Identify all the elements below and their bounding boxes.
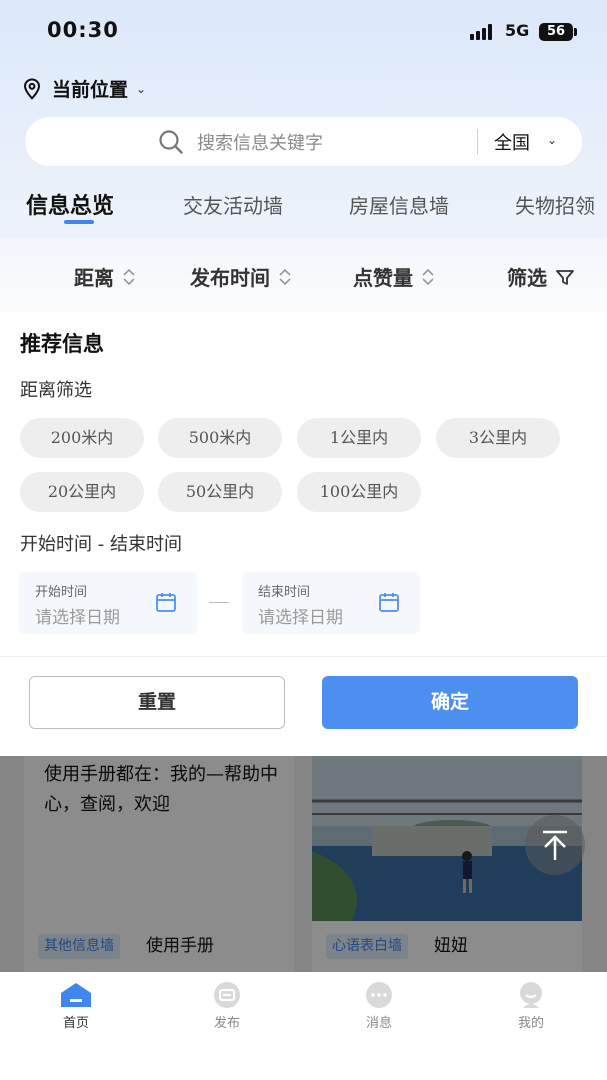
panel-title: 推荐信息 — [20, 332, 104, 356]
message-icon — [366, 982, 392, 1008]
status-time: 00:30 — [47, 18, 119, 42]
bottom-nav: 首页 发布 消息 我的 — [0, 972, 607, 1080]
end-date-label: 结束时间 — [258, 585, 311, 600]
calendar-icon — [379, 593, 399, 612]
profile-icon — [520, 982, 542, 1008]
end-date-picker[interactable]: 结束时间 请选择日期 — [242, 572, 420, 634]
distance-chip-200m[interactable]: 200米内 — [20, 418, 144, 458]
distance-chip-3km[interactable]: 3公里内 — [436, 418, 560, 458]
calendar-icon — [156, 593, 176, 612]
distance-chip-500m[interactable]: 500米内 — [158, 418, 282, 458]
network-label: 5G — [505, 21, 530, 40]
tab-active-indicator — [64, 220, 94, 224]
chevron-down-icon: ⌄ — [136, 81, 147, 96]
distance-section-title: 距离筛选 — [20, 380, 92, 401]
battery-icon: 56 — [539, 23, 573, 41]
time-section-title: 开始时间 - 结束时间 — [20, 534, 182, 555]
reset-button[interactable]: 重置 — [29, 676, 285, 729]
nav-publish[interactable]: 发布 — [187, 980, 267, 1031]
chevron-down-icon: ⌄ — [547, 133, 558, 147]
battery-tip — [574, 28, 577, 36]
modal-overlay[interactable] — [0, 756, 607, 972]
region-scope-dropdown[interactable]: 全国 — [494, 129, 530, 155]
distance-chip-1km[interactable]: 1公里内 — [297, 418, 421, 458]
location-label: 当前位置 — [52, 79, 129, 101]
tab-housing[interactable]: 房屋信息墙 — [349, 190, 449, 219]
search-icon — [159, 130, 183, 154]
search-bar[interactable]: 搜索信息关键字 全国 ⌄ — [25, 117, 582, 166]
sort-publish-time-label: 发布时间 — [190, 266, 270, 290]
signal-icon — [470, 24, 498, 40]
location-pin-icon — [23, 77, 41, 100]
nav-profile[interactable]: 我的 — [491, 980, 571, 1031]
search-divider — [477, 129, 478, 155]
start-date-placeholder: 请选择日期 — [35, 608, 120, 628]
distance-chip-20km[interactable]: 20公里内 — [20, 472, 144, 512]
date-range-separator — [209, 602, 229, 603]
nav-home-label: 首页 — [62, 1016, 89, 1031]
distance-chip-50km[interactable]: 50公里内 — [158, 472, 282, 512]
nav-publish-label: 发布 — [213, 1016, 240, 1031]
filter-button[interactable]: 筛选 — [507, 262, 575, 291]
end-date-placeholder: 请选择日期 — [258, 608, 343, 628]
tab-social-activity[interactable]: 交友活动墙 — [183, 190, 283, 219]
sort-likes[interactable]: 点赞量 — [353, 262, 435, 291]
filter-funnel-icon — [556, 269, 574, 285]
sort-likes-label: 点赞量 — [353, 266, 413, 290]
panel-divider — [0, 656, 607, 657]
sort-distance[interactable]: 距离 — [74, 262, 136, 291]
distance-chip-100km[interactable]: 100公里内 — [297, 472, 421, 512]
sort-arrows-icon — [279, 268, 291, 285]
arrow-up-icon — [543, 830, 567, 860]
filter-panel: 推荐信息 距离筛选 200米内 500米内 1公里内 3公里内 20公里内 50… — [0, 312, 607, 756]
tab-overview[interactable]: 信息总览 — [26, 188, 114, 220]
sort-arrows-icon — [422, 268, 434, 285]
nav-messages[interactable]: 消息 — [339, 980, 419, 1031]
status-bar: 00:30 5G 56 — [0, 0, 607, 64]
home-icon — [61, 983, 91, 1007]
sort-distance-label: 距离 — [74, 266, 114, 290]
nav-messages-label: 消息 — [365, 1016, 392, 1031]
nav-home[interactable]: 首页 — [36, 980, 116, 1031]
filter-label: 筛选 — [507, 266, 547, 290]
start-date-label: 开始时间 — [35, 585, 88, 600]
publish-icon — [214, 982, 240, 1008]
confirm-button[interactable]: 确定 — [322, 676, 578, 729]
tab-lost-found[interactable]: 失物招领 — [515, 190, 595, 219]
sort-publish-time[interactable]: 发布时间 — [190, 262, 292, 291]
nav-profile-label: 我的 — [517, 1016, 544, 1031]
search-input[interactable]: 搜索信息关键字 — [197, 129, 323, 155]
sort-arrows-icon — [123, 268, 135, 285]
location-selector[interactable]: 当前位置 ⌄ — [22, 75, 146, 102]
start-date-picker[interactable]: 开始时间 请选择日期 — [19, 572, 197, 634]
back-to-top-button[interactable] — [525, 815, 585, 875]
sort-bar: 距离 发布时间 点赞量 筛选 — [0, 238, 607, 312]
